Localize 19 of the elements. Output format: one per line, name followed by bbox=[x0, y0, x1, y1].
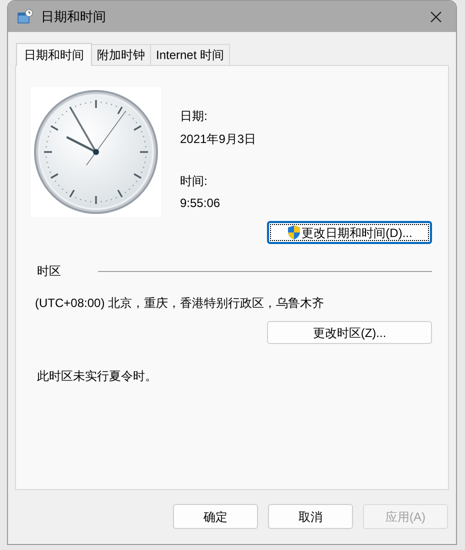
time-value: 9:55:06 bbox=[180, 195, 222, 212]
window-title: 日期和时间 bbox=[41, 8, 107, 26]
clock-icon bbox=[31, 87, 161, 217]
tab[interactable]: 附加时钟 bbox=[92, 44, 151, 65]
close-icon bbox=[430, 10, 442, 22]
tab[interactable]: 日期和时间 bbox=[16, 43, 92, 66]
dialog-button[interactable]: 确定 bbox=[173, 504, 258, 529]
change-date-time-button[interactable]: 更改日期和时间(D)... bbox=[267, 221, 432, 244]
dialog-button[interactable]: 取消 bbox=[268, 504, 353, 529]
tab[interactable]: Internet 时间 bbox=[151, 44, 230, 65]
calendar-clock-icon bbox=[17, 8, 33, 24]
timezone-text: (UTC+08:00) 北京，重庆，香港特别行政区，乌鲁木齐 bbox=[35, 295, 326, 312]
time-label: 时间: bbox=[180, 173, 208, 190]
dst-note: 此时区未实行夏令时。 bbox=[37, 368, 158, 385]
shield-icon bbox=[286, 225, 301, 240]
date-value: 2021年9月3日 bbox=[180, 131, 256, 148]
section-heading: 时区 bbox=[37, 263, 62, 280]
date-label: 日期: bbox=[180, 108, 208, 125]
change-timezone-button[interactable]: 更改时区(Z)... bbox=[267, 321, 432, 344]
